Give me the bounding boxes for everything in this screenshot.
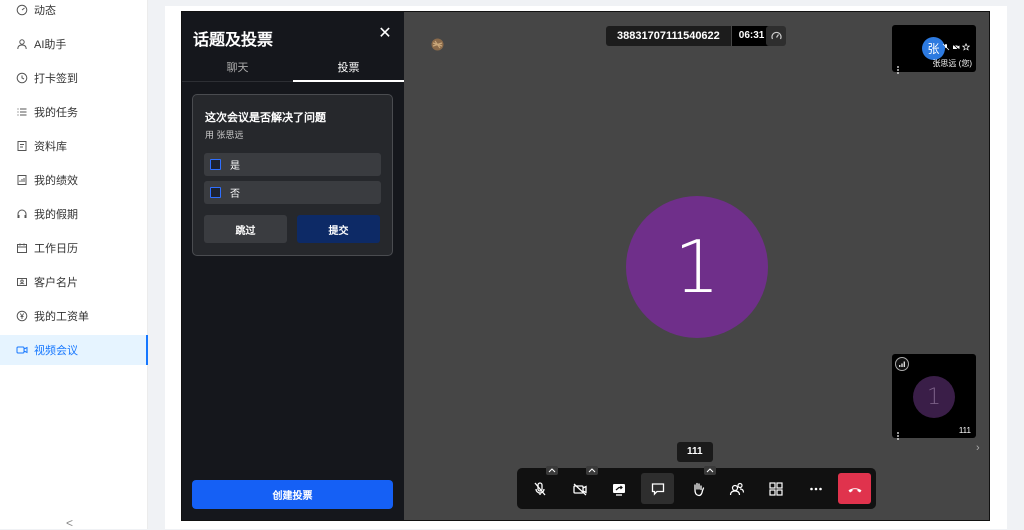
submit-button[interactable]: 提交	[297, 215, 380, 243]
sidebar-item[interactable]: 动态	[0, 0, 148, 25]
sidebar-item-label: 动态	[34, 5, 56, 17]
participant-tile[interactable]: 1 111	[892, 354, 976, 440]
star-icon	[962, 43, 970, 51]
meeting-info: 38831707111540622 06:31	[606, 26, 772, 46]
sidebar-item[interactable]: 资料库	[0, 131, 148, 161]
sidebar-item-label: 视频会议	[34, 345, 78, 357]
contact-card-icon	[16, 276, 28, 288]
reactions-caret[interactable]	[704, 466, 716, 475]
sidebar-item-label: 我的假期	[34, 209, 78, 221]
video-stage: 38831707111540622 06:31 1 张 张思远 (您) 1 11…	[404, 12, 989, 520]
sidebar-item-label: AI助手	[34, 39, 67, 51]
sidebar-item[interactable]: 打卡签到	[0, 63, 148, 93]
participant-name: 张思远 (您)	[932, 59, 972, 68]
sidebar-item-label: 工作日历	[34, 243, 78, 255]
tab-chat[interactable]: 聊天	[182, 58, 293, 82]
report-icon	[16, 174, 28, 186]
sidebar-item[interactable]: 我的工资单	[0, 301, 148, 331]
participant-name: 111	[958, 426, 971, 435]
camera-off-icon	[952, 43, 960, 51]
poll-option-yes[interactable]: 是	[204, 153, 381, 176]
chat-button[interactable]	[641, 473, 674, 504]
share-screen-button[interactable]	[602, 473, 635, 504]
sidebar-item[interactable]: AI助手	[0, 29, 148, 59]
poll-option-label: 是	[230, 161, 240, 172]
sidebar-item[interactable]: 客户名片	[0, 267, 148, 297]
sidebar-item-label: 我的工资单	[34, 311, 89, 323]
current-speaker-label: 111	[677, 442, 713, 462]
sidebar-item-label: 打卡签到	[34, 73, 78, 85]
poll-option-label: 否	[230, 189, 240, 200]
sidebar-item-label: 我的任务	[34, 107, 78, 119]
sidebar-item[interactable]: 工作日历	[0, 233, 148, 263]
tile-status-icons	[942, 43, 970, 51]
sidebar-item[interactable]: 视频会议	[0, 335, 148, 365]
dashboard-icon	[16, 4, 28, 16]
mute-button[interactable]	[523, 473, 556, 504]
panel-title: 话题及投票	[193, 32, 274, 49]
poll-card: 这次会议是否解决了问题 用 张思远 是 否 跳过 提交	[192, 94, 393, 256]
checkbox-icon[interactable]	[210, 159, 221, 170]
main-participant-avatar: 1	[626, 196, 768, 338]
sidebar-item[interactable]: 我的任务	[0, 97, 148, 127]
document-icon	[16, 140, 28, 152]
raise-hand-button[interactable]	[681, 473, 714, 504]
create-poll-button[interactable]: 创建投票	[192, 480, 393, 509]
topics-poll-panel: 话题及投票 ✕ 聊天 投票 这次会议是否解决了问题 用 张思远 是 否 跳过 提…	[182, 12, 404, 520]
chevron-right-icon[interactable]: ›	[976, 442, 980, 454]
list-icon	[16, 106, 28, 118]
participants-button[interactable]	[720, 473, 753, 504]
avatar: 1	[913, 376, 955, 418]
poll-option-no[interactable]: 否	[204, 181, 381, 204]
checkbox-icon[interactable]	[210, 187, 221, 198]
more-button[interactable]	[799, 473, 832, 504]
network-speed-icon[interactable]	[766, 26, 786, 46]
close-icon[interactable]: ✕	[377, 26, 393, 42]
app-logo-icon	[430, 37, 445, 52]
sidebar-item-label: 客户名片	[34, 277, 78, 289]
mic-muted-icon	[942, 43, 950, 51]
sidebar-item[interactable]: 我的假期	[0, 199, 148, 229]
poll-question: 这次会议是否解决了问题	[205, 112, 326, 124]
participant-tile-self[interactable]: 张 张思远 (您)	[892, 25, 976, 74]
skip-button[interactable]: 跳过	[204, 215, 287, 243]
meeting-toolbar	[517, 466, 876, 509]
sidebar-item-label: 我的绩效	[34, 175, 78, 187]
sidebar: 动态 AI助手打卡签到我的任务资料库我的绩效我的假期工作日历客户名片我的工资单视频…	[0, 0, 148, 529]
meeting-window: 话题及投票 ✕ 聊天 投票 这次会议是否解决了问题 用 张思远 是 否 跳过 提…	[181, 11, 990, 521]
headphones-icon	[16, 208, 28, 220]
hang-up-button[interactable]	[838, 473, 871, 504]
room-id[interactable]: 38831707111540622	[606, 26, 731, 46]
more-vertical-icon[interactable]	[895, 61, 901, 74]
user-icon	[16, 38, 28, 50]
calendar-icon	[16, 242, 28, 254]
collapse-sidebar-icon[interactable]: <	[66, 516, 73, 530]
clock-icon	[16, 72, 28, 84]
video-icon	[16, 344, 28, 356]
yen-icon	[16, 310, 28, 322]
camera-options-caret[interactable]	[586, 466, 598, 475]
camera-button[interactable]	[563, 473, 596, 504]
tab-poll[interactable]: 投票	[293, 58, 404, 82]
more-vertical-icon[interactable]	[895, 427, 901, 440]
grid-view-button[interactable]	[759, 473, 792, 504]
signal-icon	[895, 357, 909, 371]
mic-options-caret[interactable]	[546, 466, 558, 475]
sidebar-item[interactable]: 我的绩效	[0, 165, 148, 195]
sidebar-item-label: 资料库	[34, 141, 67, 153]
poll-author: 用 张思远	[205, 130, 244, 140]
